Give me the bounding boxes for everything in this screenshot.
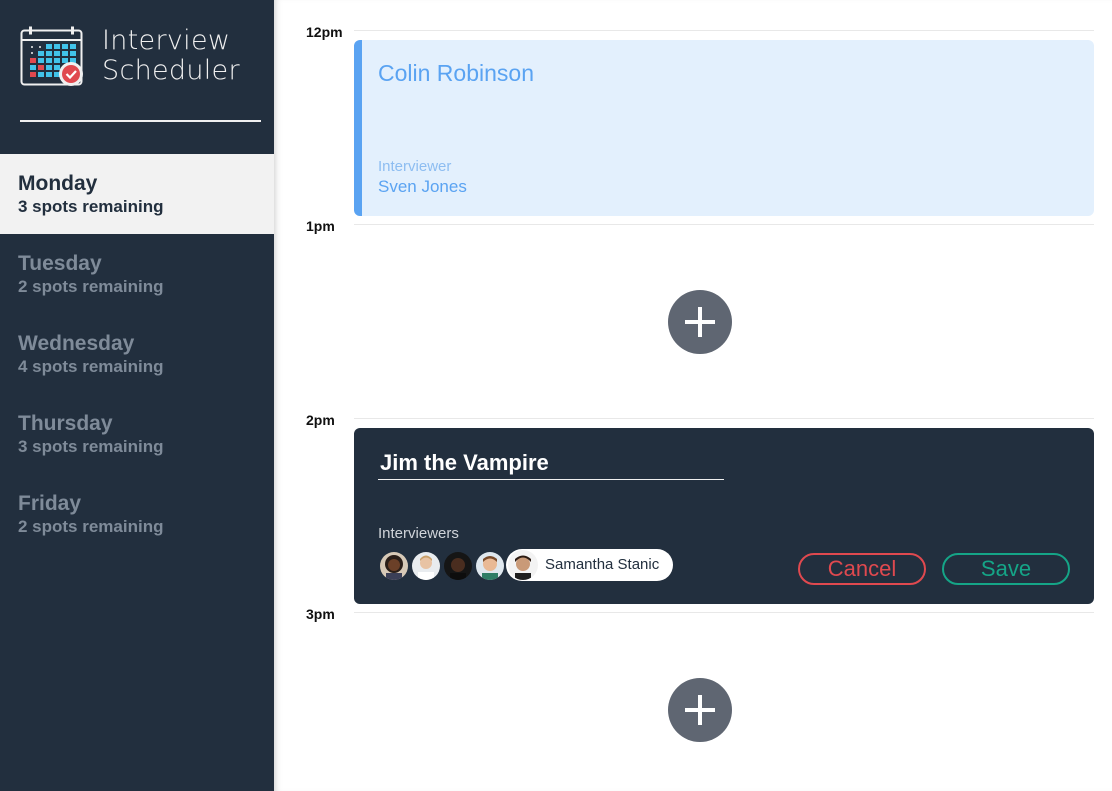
time-label-2pm: 2pm xyxy=(306,412,335,428)
interviewer-avatar[interactable] xyxy=(474,550,506,582)
day-item-tuesday[interactable]: Tuesday 2 spots remaining xyxy=(0,234,274,314)
day-spots: 3 spots remaining xyxy=(18,197,164,216)
time-label-12pm: 12pm xyxy=(306,24,343,40)
save-button[interactable]: Save xyxy=(942,553,1070,585)
appointment-form: Interviewers xyxy=(354,428,1094,604)
avatar-photo xyxy=(380,552,408,580)
selected-interviewer[interactable]: Samantha Stanic xyxy=(506,549,673,581)
interviewer-avatar[interactable] xyxy=(378,550,410,582)
plus-icon xyxy=(685,307,715,337)
app-title-line2: Scheduler xyxy=(102,55,240,86)
avatar-photo xyxy=(444,552,472,580)
day-item-wednesday[interactable]: Wednesday 4 spots remaining xyxy=(0,314,274,394)
hour-divider xyxy=(354,418,1094,419)
appointment-card[interactable]: Colin Robinson Interviewer Sven Jones xyxy=(354,40,1094,216)
day-name: Tuesday xyxy=(18,252,102,275)
day-item-friday[interactable]: Friday 2 spots remaining xyxy=(0,474,274,554)
avatar-photo xyxy=(412,552,440,580)
avatar xyxy=(508,550,538,580)
day-spots: 4 spots remaining xyxy=(18,357,164,376)
interviewers-label: Interviewers xyxy=(378,525,459,542)
app-title: Interview Scheduler xyxy=(102,26,240,86)
day-spots: 2 spots remaining xyxy=(18,277,164,296)
calendar-check-icon xyxy=(20,26,83,86)
interviewer-avatar[interactable] xyxy=(410,550,442,582)
add-appointment-button[interactable] xyxy=(668,290,732,354)
app-title-line1: Interview xyxy=(102,25,231,56)
day-name: Thursday xyxy=(18,412,113,435)
hour-divider xyxy=(354,30,1094,31)
avatar-photo xyxy=(508,550,538,580)
avatar-photo xyxy=(476,552,504,580)
day-list: Monday 3 spots remaining Tuesday 2 spots… xyxy=(0,154,274,554)
day-spots: 2 spots remaining xyxy=(18,517,164,536)
time-label-3pm: 3pm xyxy=(306,606,335,622)
cancel-button[interactable]: Cancel xyxy=(798,553,926,585)
student-name-input[interactable] xyxy=(378,448,724,480)
appointment-interviewer-label: Interviewer xyxy=(378,158,452,175)
time-label-1pm: 1pm xyxy=(306,218,335,234)
day-name: Friday xyxy=(18,492,82,515)
schedule-panel: 12pm Colin Robinson Interviewer Sven Jon… xyxy=(274,0,1112,791)
add-appointment-button[interactable] xyxy=(668,678,732,742)
appointment-interviewer: Sven Jones xyxy=(378,177,467,196)
day-item-thursday[interactable]: Thursday 3 spots remaining xyxy=(0,394,274,474)
appointment-student: Colin Robinson xyxy=(378,60,534,86)
brand: Interview Scheduler xyxy=(20,24,261,122)
hour-divider xyxy=(354,224,1094,225)
hour-divider xyxy=(354,612,1094,613)
day-item-monday[interactable]: Monday 3 spots remaining xyxy=(0,154,274,234)
interviewer-avatar[interactable] xyxy=(442,550,474,582)
day-name: Wednesday xyxy=(18,332,135,355)
plus-icon xyxy=(685,695,715,725)
selected-interviewer-name: Samantha Stanic xyxy=(545,556,660,573)
day-spots: 3 spots remaining xyxy=(18,437,164,456)
sidebar: Interview Scheduler Monday 3 spots remai… xyxy=(0,0,274,791)
day-name: Monday xyxy=(18,172,98,195)
